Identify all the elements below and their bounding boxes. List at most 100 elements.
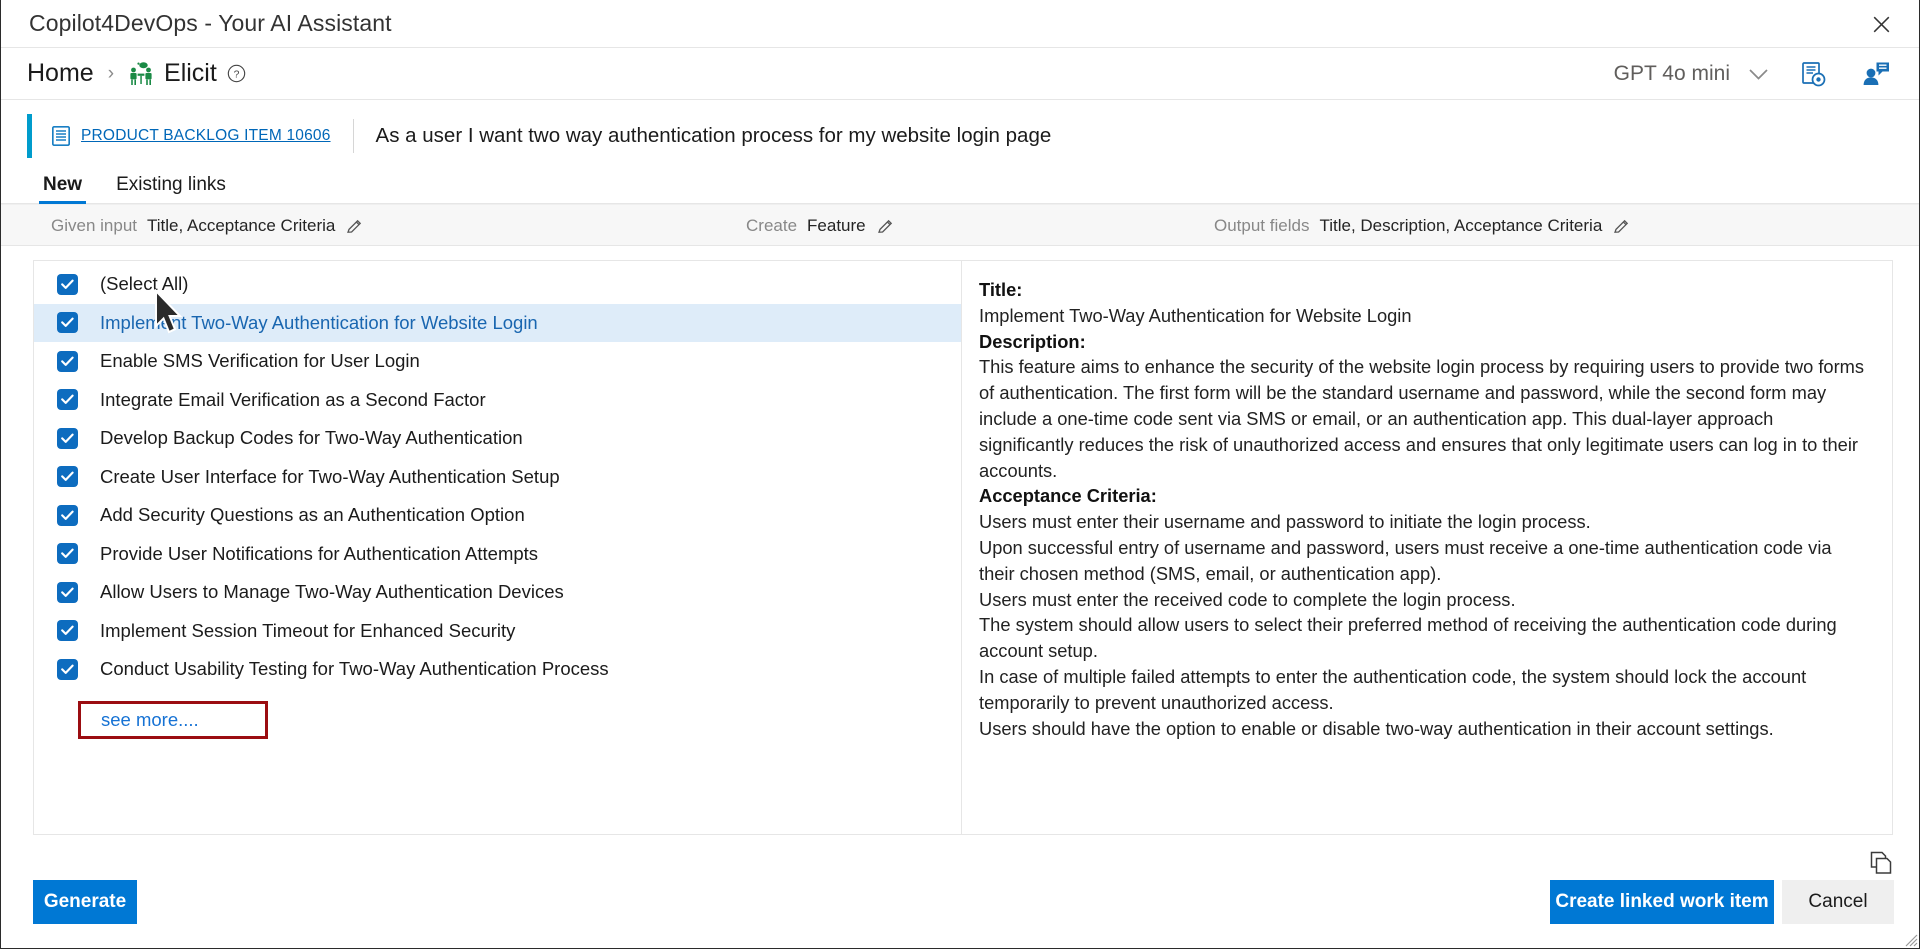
checkmark-icon (61, 279, 74, 289)
copy-button[interactable] (1869, 850, 1897, 878)
list-item[interactable]: (Select All) (34, 265, 961, 304)
detail-description-heading: Description: (979, 330, 1086, 352)
checkmark-icon (61, 625, 74, 636)
checkmark-icon (61, 317, 74, 328)
create-linked-work-item-button[interactable]: Create linked work item (1550, 880, 1774, 924)
list-item-checkbox[interactable] (57, 658, 78, 680)
list-item-checkbox[interactable] (57, 427, 78, 449)
close-icon (1873, 16, 1889, 32)
list-item[interactable]: Integrate Email Verification as a Second… (34, 381, 961, 420)
list-item[interactable]: Implement Session Timeout for Enhanced S… (34, 612, 961, 651)
detail-title-value: Implement Two-Way Authentication for Web… (979, 304, 1412, 326)
create-control[interactable]: Create Feature (746, 205, 894, 247)
user-chat-icon (1863, 62, 1889, 85)
see-more-label: see more.... (101, 708, 199, 730)
list-item[interactable]: Conduct Usability Testing for Two-Way Au… (34, 650, 961, 689)
pencil-icon[interactable] (877, 218, 894, 235)
see-more-button[interactable]: see more.... (78, 700, 268, 739)
work-item-divider (352, 119, 354, 153)
list-item[interactable]: Create User Interface for Two-Way Authen… (34, 458, 961, 497)
tab-existing-links[interactable]: Existing links (112, 175, 230, 203)
cancel-button[interactable]: Cancel (1782, 880, 1894, 924)
list-item[interactable]: Allow Users to Manage Two-Way Authentica… (34, 573, 961, 612)
work-item-title: As a user I want two way authentication … (375, 124, 1052, 147)
list-item-label: Allow Users to Manage Two-Way Authentica… (100, 581, 564, 603)
acceptance-criteria-item: Users should have the option to enable o… (979, 717, 1774, 739)
list-item-label: Develop Backup Codes for Two-Way Authent… (100, 427, 523, 449)
select-all-checkbox[interactable] (57, 273, 78, 295)
list-item-label: Implement Two-Way Authentication for Web… (100, 311, 538, 333)
checkmark-icon (61, 664, 74, 674)
main-content: (Select All) Implement Two-Way Authentica… (33, 260, 1893, 835)
model-name-label: GPT 4o mini (1613, 62, 1730, 85)
checkmark-icon (61, 510, 74, 520)
copilot4devops-window: Copilot4DevOps - Your AI Assistant Home … (0, 0, 1920, 949)
create-label: Create (746, 216, 798, 235)
user-chat-button[interactable] (1851, 52, 1899, 96)
breadcrumb-current: Elicit (164, 59, 217, 87)
list-item-label: Add Security Questions as an Authenticat… (100, 504, 525, 526)
checkmark-icon (61, 548, 74, 559)
list-item-checkbox[interactable] (57, 350, 78, 372)
given-input-label: Given input (51, 216, 137, 235)
checkmark-icon (61, 356, 74, 366)
list-item-checkbox[interactable] (57, 389, 78, 411)
detail-pane: Title: Implement Two-Way Authentication … (962, 261, 1892, 834)
given-input-value: Title, Acceptance Criteria (147, 216, 336, 235)
title-bar: Copilot4DevOps - Your AI Assistant (1, 0, 1919, 48)
acceptance-criteria-item: The system should allow users to select … (979, 614, 1837, 662)
breadcrumb-bar: Home › Elicit ? GPT 4o mini (1, 48, 1919, 100)
acceptance-criteria-item: Upon successful entry of username and pa… (979, 536, 1832, 584)
list-item[interactable]: Develop Backup Codes for Two-Way Authent… (34, 419, 961, 458)
acceptance-criteria-item: Users must enter their username and pass… (979, 511, 1591, 533)
checkmark-icon (61, 471, 74, 482)
detail-title-heading: Title: (979, 279, 1023, 300)
acceptance-criteria-item: Users must enter the received code to co… (979, 588, 1516, 610)
people-table-icon (130, 61, 152, 85)
help-circle-icon[interactable]: ? (227, 64, 246, 83)
acceptance-criteria-item: In case of multiple failed attempts to e… (979, 665, 1807, 713)
detail-description-value: This feature aims to enhance the securit… (979, 356, 1865, 481)
list-item-label: Provide User Notifications for Authentic… (100, 542, 539, 564)
create-value: Feature (807, 216, 866, 235)
work-item-accent-bar (27, 114, 32, 158)
controls-strip: Given input Title, Acceptance Criteria C… (1, 204, 1919, 246)
given-input-control[interactable]: Given input Title, Acceptance Criteria (51, 205, 363, 247)
backlog-item-icon (52, 126, 70, 146)
output-fields-value: Title, Description, Acceptance Criteria (1319, 216, 1603, 235)
list-item-label: Create User Interface for Two-Way Authen… (100, 465, 560, 487)
model-selector[interactable]: GPT 4o mini (1608, 58, 1775, 90)
list-item[interactable]: Provide User Notifications for Authentic… (34, 535, 961, 574)
breadcrumb-home[interactable]: Home (27, 59, 94, 88)
document-settings-button[interactable] (1789, 52, 1837, 96)
generate-button[interactable]: Generate (33, 880, 137, 924)
list-item-label: Implement Session Timeout for Enhanced S… (100, 619, 516, 641)
pencil-icon[interactable] (346, 218, 363, 235)
svg-text:?: ? (233, 70, 239, 81)
resize-grip-icon[interactable] (1902, 931, 1918, 947)
close-button[interactable] (1859, 6, 1903, 42)
tab-new[interactable]: New (39, 175, 87, 204)
list-item-checkbox[interactable] (57, 466, 78, 488)
detail-acceptance-heading: Acceptance Criteria: (979, 485, 1157, 507)
output-fields-label: Output fields (1214, 216, 1310, 235)
checkmark-icon (61, 394, 74, 405)
list-item[interactable]: Implement Two-Way Authentication for Web… (34, 303, 961, 342)
work-item-id-link[interactable]: PRODUCT BACKLOG ITEM 10606 (81, 127, 331, 145)
list-item-label: Integrate Email Verification as a Second… (100, 388, 486, 410)
list-item-checkbox[interactable] (57, 543, 78, 565)
footer-bar: Generate Create linked work item Cancel (1, 842, 1919, 948)
list-item-checkbox[interactable] (57, 620, 78, 642)
copy-icon (1870, 851, 1892, 874)
list-item-checkbox[interactable] (57, 312, 78, 334)
output-fields-control[interactable]: Output fields Title, Description, Accept… (1214, 205, 1630, 247)
work-item-header: PRODUCT BACKLOG ITEM 10606 As a user I w… (1, 110, 1919, 162)
header-right-tools: GPT 4o mini (1608, 48, 1899, 100)
checkmark-icon (61, 587, 74, 597)
list-item-checkbox[interactable] (57, 581, 78, 603)
list-item[interactable]: Enable SMS Verification for User Login (34, 342, 961, 381)
list-item-label: (Select All) (100, 273, 189, 295)
list-item-checkbox[interactable] (57, 504, 78, 526)
pencil-icon[interactable] (1613, 218, 1630, 235)
list-item[interactable]: Add Security Questions as an Authenticat… (34, 496, 961, 535)
